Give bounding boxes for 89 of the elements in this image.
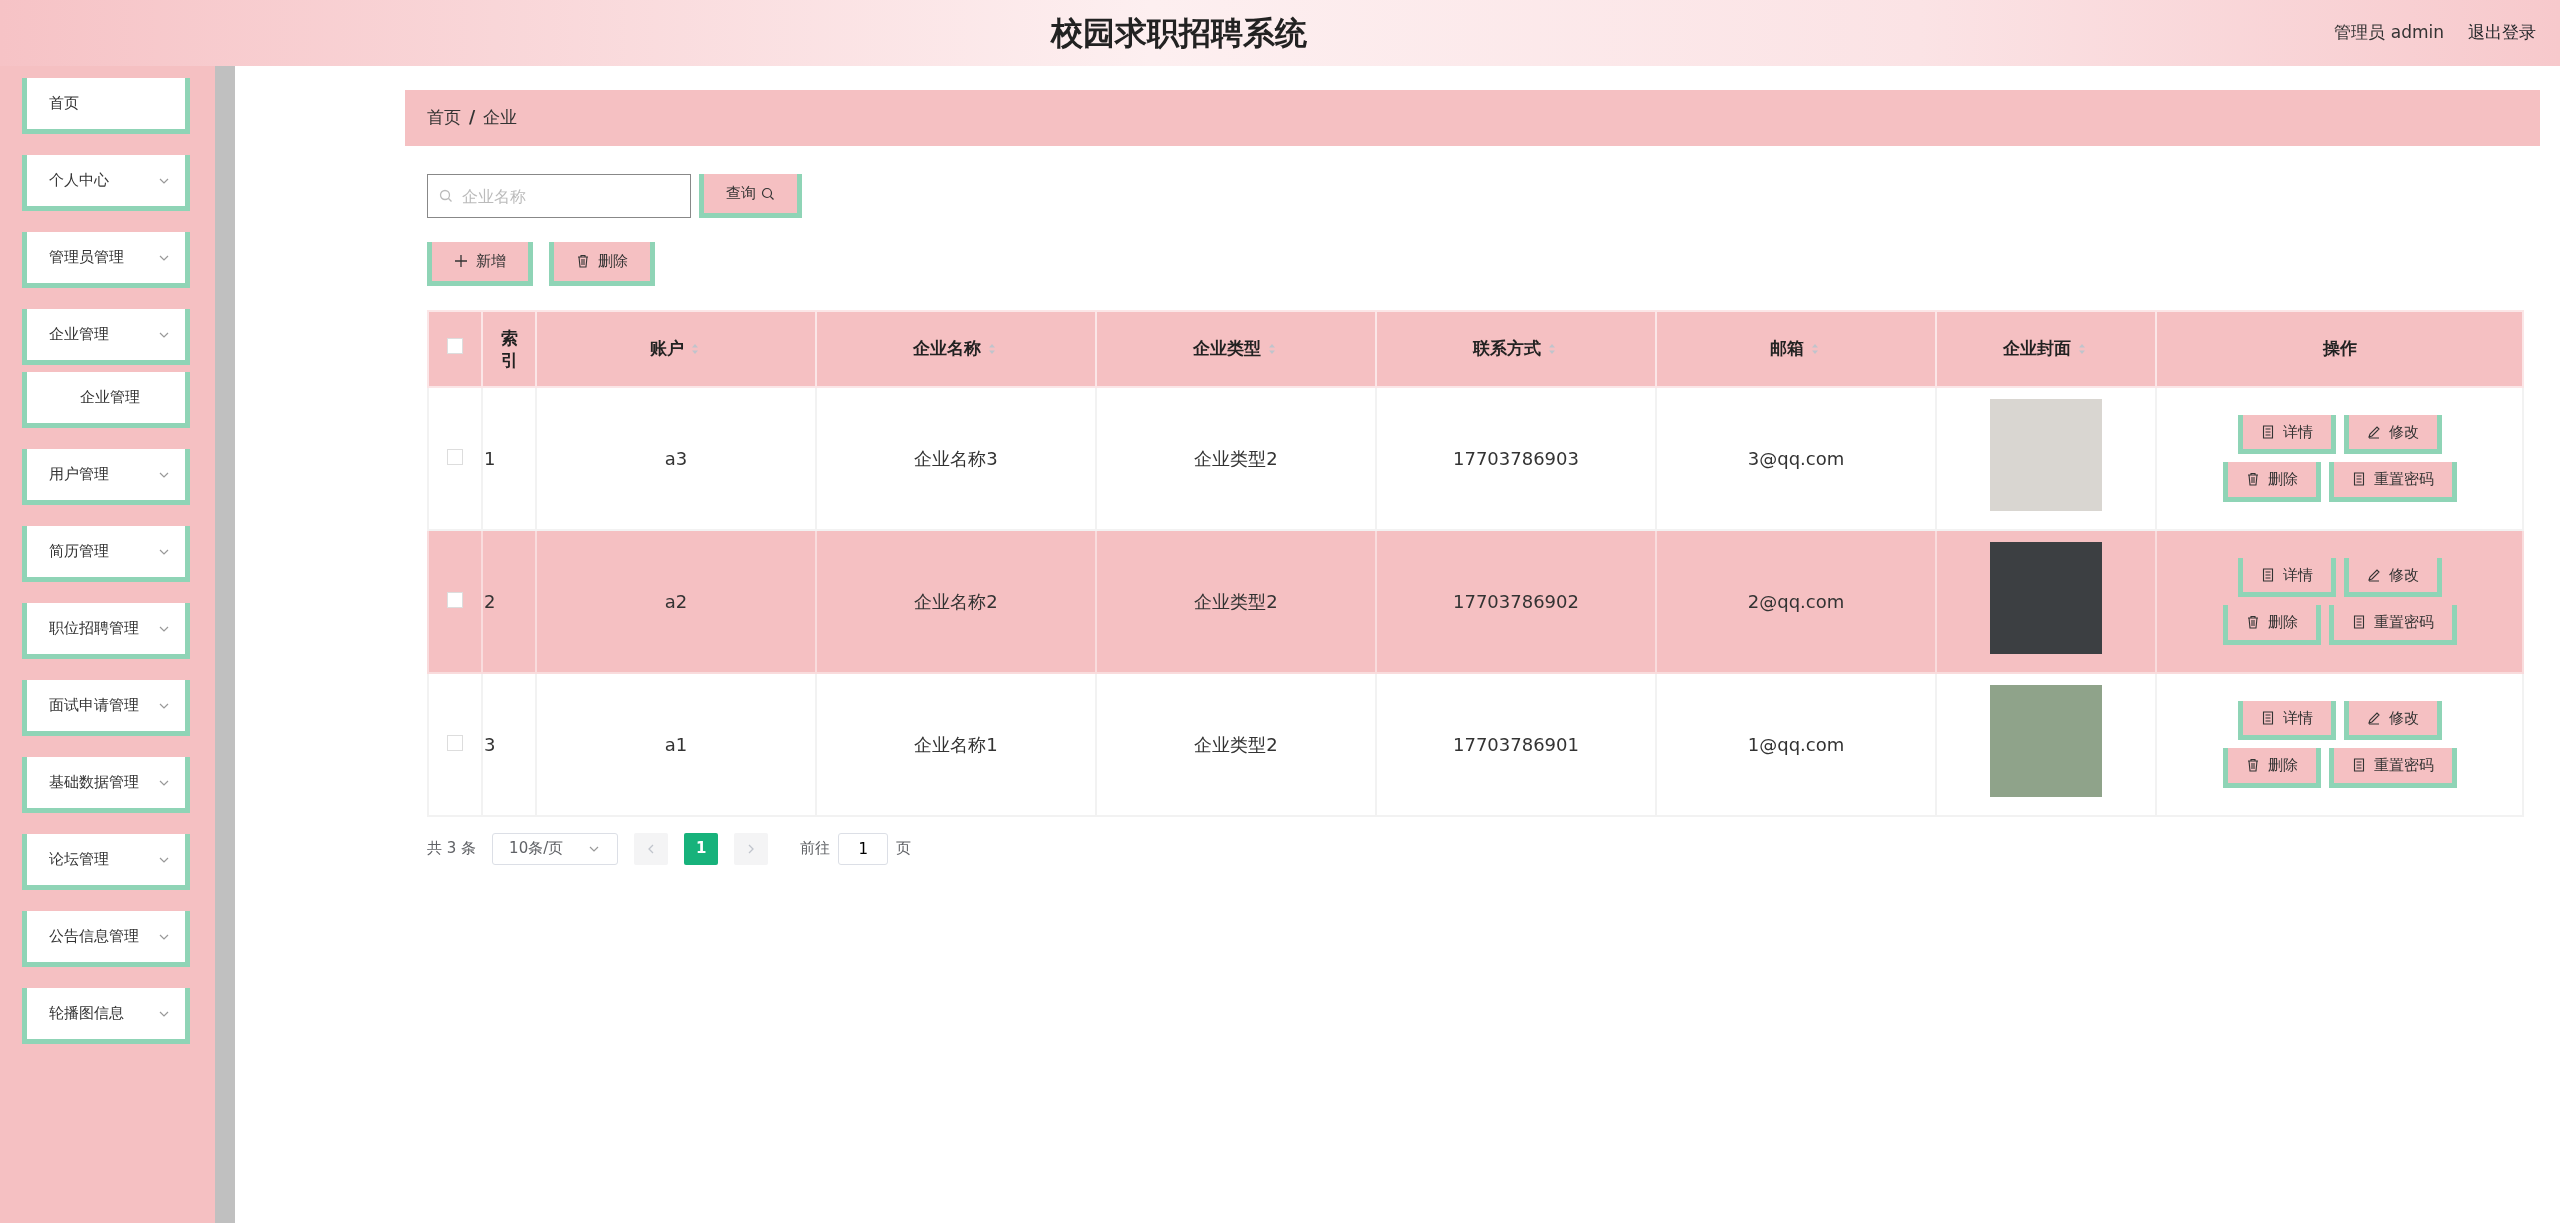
company-name-cell: 企业名称3 bbox=[914, 447, 998, 469]
user-label: 管理员 admin bbox=[2334, 21, 2444, 45]
pencil-icon bbox=[2366, 567, 2381, 582]
reset-password-button[interactable]: 重置密码 bbox=[2328, 605, 2457, 645]
delete-button[interactable]: 删除 bbox=[2222, 462, 2321, 502]
account-cell: a1 bbox=[664, 733, 688, 755]
submenu-item[interactable]: 企业管理 bbox=[22, 372, 190, 428]
menu-item[interactable]: 企业管理 bbox=[22, 309, 190, 365]
phone-cell: 17703786903 bbox=[1453, 447, 1579, 469]
search-button[interactable]: 查询 bbox=[699, 174, 802, 218]
reset-password-button[interactable]: 重置密码 bbox=[2328, 748, 2457, 788]
total-count: 共 3 条 bbox=[427, 838, 477, 860]
search-field[interactable]: 企业名称 bbox=[427, 174, 691, 218]
email-cell: 3@qq.com bbox=[1747, 447, 1845, 469]
column-header[interactable]: 联系方式 bbox=[1473, 335, 1559, 362]
edit-button[interactable]: 修改 bbox=[2343, 700, 2442, 740]
logout-link[interactable]: 退出登录 bbox=[2468, 20, 2536, 46]
company-type-cell: 企业类型2 bbox=[1194, 733, 1278, 755]
breadcrumb-link[interactable]: 首页 bbox=[427, 105, 461, 131]
menu-item[interactable]: 管理员管理 bbox=[22, 232, 190, 288]
next-page-button[interactable] bbox=[734, 832, 769, 865]
menu-item[interactable]: 基础数据管理 bbox=[22, 757, 190, 813]
row-index: 3 bbox=[484, 733, 496, 755]
breadcrumb-separator: / bbox=[469, 106, 476, 130]
email-cell: 1@qq.com bbox=[1747, 733, 1845, 755]
menu-item[interactable]: 职位招聘管理 bbox=[22, 603, 190, 659]
app-title: 校园求职招聘系统 bbox=[1051, 14, 1308, 52]
menu-item[interactable]: 个人中心 bbox=[22, 155, 190, 211]
trash-icon bbox=[2245, 615, 2260, 630]
account-cell: a2 bbox=[664, 590, 688, 612]
breadcrumb-current: 企业 bbox=[483, 106, 518, 130]
search-icon bbox=[439, 189, 453, 203]
phone-cell: 17703786901 bbox=[1453, 733, 1579, 755]
row-index: 1 bbox=[484, 447, 496, 469]
column-header[interactable]: 邮箱 bbox=[1770, 335, 1822, 362]
document-icon bbox=[2260, 567, 2275, 582]
menu-item[interactable]: 首页 bbox=[22, 78, 190, 134]
edit-button[interactable]: 修改 bbox=[2343, 414, 2442, 454]
page-suffix: 页 bbox=[896, 838, 912, 860]
trash-icon bbox=[576, 254, 590, 269]
edit-button[interactable]: 修改 bbox=[2343, 557, 2442, 597]
pencil-icon bbox=[2366, 710, 2381, 725]
column-header[interactable]: 企业封面 bbox=[2003, 335, 2089, 362]
row-index: 2 bbox=[484, 590, 496, 612]
company-name-cell: 企业名称2 bbox=[914, 590, 998, 612]
goto-label: 前往 bbox=[800, 838, 831, 860]
select-all-checkbox[interactable] bbox=[447, 337, 463, 354]
delete-button[interactable]: 删除 bbox=[549, 242, 655, 286]
column-header: 索引 bbox=[499, 326, 519, 372]
search-icon bbox=[760, 186, 775, 201]
account-cell: a3 bbox=[664, 447, 688, 469]
document-icon bbox=[2260, 710, 2275, 725]
company-type-cell: 企业类型2 bbox=[1194, 447, 1278, 469]
trash-icon bbox=[2245, 472, 2260, 487]
column-header: 操作 bbox=[2322, 336, 2357, 360]
menu-item[interactable]: 公告信息管理 bbox=[22, 911, 190, 967]
menu-item[interactable]: 轮播图信息 bbox=[22, 988, 190, 1044]
phone-cell: 17703786902 bbox=[1453, 590, 1579, 612]
column-header[interactable]: 企业名称 bbox=[913, 335, 999, 362]
row-checkbox[interactable] bbox=[447, 591, 463, 608]
prev-page-button[interactable] bbox=[634, 832, 669, 865]
document-icon bbox=[2351, 615, 2366, 630]
plus-icon bbox=[454, 254, 468, 269]
detail-button[interactable]: 详情 bbox=[2237, 414, 2336, 454]
document-icon bbox=[2351, 472, 2366, 487]
menu-item[interactable]: 用户管理 bbox=[22, 449, 190, 505]
detail-button[interactable]: 详情 bbox=[2237, 700, 2336, 740]
detail-button[interactable]: 详情 bbox=[2237, 557, 2336, 597]
menu-item[interactable]: 论坛管理 bbox=[22, 834, 190, 890]
document-icon bbox=[2351, 758, 2366, 773]
page-size-select[interactable]: 10条/页 bbox=[492, 832, 619, 865]
add-button[interactable]: 新增 bbox=[427, 242, 533, 286]
menu-item[interactable]: 简历管理 bbox=[22, 526, 190, 582]
company-type-cell: 企业类型2 bbox=[1194, 590, 1278, 612]
document-icon bbox=[2260, 424, 2275, 439]
scrollbar[interactable] bbox=[215, 66, 235, 1223]
row-checkbox[interactable] bbox=[447, 734, 463, 751]
email-cell: 2@qq.com bbox=[1747, 590, 1845, 612]
row-checkbox[interactable] bbox=[447, 448, 463, 465]
delete-button[interactable]: 删除 bbox=[2222, 748, 2321, 788]
column-header[interactable]: 账户 bbox=[650, 335, 702, 362]
company-name-cell: 企业名称1 bbox=[914, 733, 998, 755]
delete-button[interactable]: 删除 bbox=[2222, 605, 2321, 645]
page-input[interactable]: 1 bbox=[838, 832, 889, 865]
pencil-icon bbox=[2366, 424, 2381, 439]
reset-password-button[interactable]: 重置密码 bbox=[2328, 462, 2457, 502]
column-header[interactable]: 企业类型 bbox=[1193, 335, 1279, 362]
trash-icon bbox=[2245, 758, 2260, 773]
menu-item[interactable]: 面试申请管理 bbox=[22, 680, 190, 736]
